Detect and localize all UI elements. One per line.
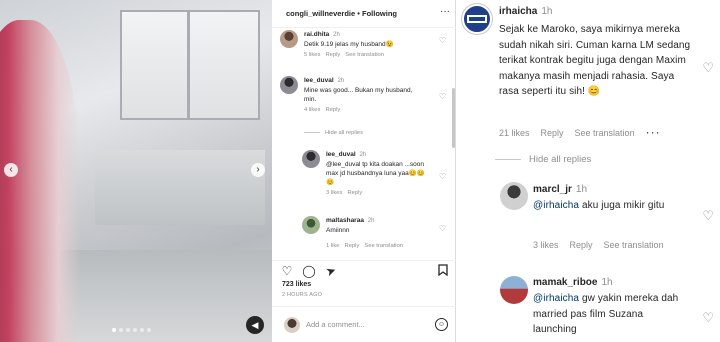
post-author[interactable]: congli_willneverdie • Following	[286, 9, 397, 18]
carousel-dot[interactable]	[119, 328, 123, 332]
comment-list: rai.dhita 2h Detik 9.19 jelas my husband…	[272, 28, 456, 260]
heart-icon[interactable]: ♡	[439, 92, 446, 101]
post-header: congli_willneverdie • Following ···	[272, 0, 456, 28]
comment-text: @irhaicha gw yakin mereka dah married pa…	[533, 291, 689, 338]
reply-button[interactable]: Reply	[345, 243, 360, 249]
comment-time: 2h	[337, 78, 345, 84]
media-background-window	[120, 10, 260, 120]
comment-username[interactable]: mamak_riboe	[533, 277, 597, 288]
follow-status[interactable]: Following	[362, 9, 397, 18]
heart-icon[interactable]: ♡	[702, 60, 714, 76]
comment-username[interactable]: lee_duval	[326, 151, 356, 158]
author-username[interactable]: congli_willneverdie	[286, 9, 355, 18]
comment-username[interactable]: marcl_jr	[533, 184, 572, 195]
mute-icon[interactable]: ◀	[246, 316, 264, 334]
avatar[interactable]	[462, 4, 492, 34]
heart-icon[interactable]: ♡	[439, 224, 446, 233]
add-comment-input[interactable]: Add a comment...	[306, 320, 365, 329]
mention-link[interactable]: @irhaicha	[533, 293, 579, 304]
media-foreground-person	[0, 20, 80, 342]
share-icon[interactable]: ➤	[322, 262, 340, 280]
comment-text: Sejak ke Maroko, saya mikirnya mereka su…	[499, 24, 691, 97]
carousel-dot[interactable]	[140, 328, 144, 332]
comment-likes[interactable]: 5 likes	[304, 52, 320, 58]
comment-text: @irhaicha aku juga mikir gitu	[533, 198, 691, 214]
avatar[interactable]	[500, 182, 528, 210]
heart-icon[interactable]: ♡	[702, 208, 714, 224]
see-translation-button[interactable]: See translation	[364, 243, 403, 249]
avatar	[284, 317, 300, 333]
comment-thread: irhaicha 1h Sejak ke Maroko, saya mikirny…	[457, 0, 720, 342]
comment-body: aku juga mikir gitu	[579, 200, 665, 211]
see-translation-button[interactable]: See translation	[604, 240, 664, 250]
comment-time: 2h	[367, 218, 375, 224]
comment-likes[interactable]: 4 likes	[304, 107, 320, 113]
carousel-dot[interactable]	[147, 328, 151, 332]
reply-button[interactable]: Reply	[541, 128, 564, 138]
see-translation-button[interactable]: See translation	[345, 52, 384, 58]
see-translation-button[interactable]: See translation	[575, 128, 635, 138]
comment-likes[interactable]: 21 likes	[499, 128, 530, 138]
avatar-logo	[467, 15, 487, 23]
comment-username[interactable]: lee_duval	[304, 77, 334, 84]
reply-button[interactable]: Reply	[325, 52, 340, 58]
scrollbar[interactable]	[452, 88, 455, 148]
chevron-left-icon[interactable]: ‹	[4, 163, 18, 177]
media-background-desk	[95, 150, 265, 225]
avatar[interactable]	[280, 30, 298, 48]
add-comment-bar: Add a comment... ☺	[272, 306, 456, 342]
reply-button[interactable]: Reply	[325, 107, 340, 113]
reply-button[interactable]: Reply	[570, 240, 593, 250]
comment-likes[interactable]: 1 like	[326, 243, 340, 249]
more-icon[interactable]: ···	[646, 125, 661, 139]
carousel-dot[interactable]	[126, 328, 130, 332]
carousel-dots	[112, 328, 151, 332]
more-icon[interactable]: ···	[440, 6, 450, 17]
reply-button[interactable]: Reply	[347, 190, 362, 196]
post-media[interactable]: ‹ › ◀	[0, 0, 272, 342]
comment-username[interactable]: irhaicha	[499, 6, 537, 17]
comment-likes[interactable]: 3 likes	[326, 190, 342, 196]
comment-text: Detik 9.19 jelas my husband😉	[304, 41, 394, 48]
comment-time: 2h	[359, 152, 367, 158]
avatar[interactable]	[302, 216, 320, 234]
comment-time: 1h	[601, 277, 613, 288]
comment-text: @lee_duval tp kita doakan ...soon max jd…	[326, 161, 425, 186]
bookmark-icon[interactable]	[436, 264, 450, 278]
heart-icon[interactable]: ♡	[702, 310, 714, 326]
comment-time: 1h	[541, 6, 553, 17]
comment-text: Amiinnn	[326, 227, 350, 234]
heart-icon[interactable]: ♡	[280, 264, 294, 278]
chevron-right-icon[interactable]: ›	[251, 163, 265, 177]
heart-icon[interactable]: ♡	[439, 172, 446, 181]
emoji-icon[interactable]: ☺	[435, 318, 448, 331]
instagram-post: ‹ › ◀ congli_willneverdie • Following ··…	[0, 0, 456, 342]
carousel-dot[interactable]	[133, 328, 137, 332]
carousel-dot[interactable]	[112, 328, 116, 332]
avatar[interactable]	[500, 276, 528, 304]
comment-text: Mine was good... Bukan my husband, min.	[304, 87, 413, 103]
comment-likes[interactable]: 3 likes	[533, 240, 559, 250]
avatar[interactable]	[302, 150, 320, 168]
post-sidebar: congli_willneverdie • Following ··· rai.…	[272, 0, 456, 342]
action-bar: ♡ ◯ ➤	[272, 260, 456, 280]
avatar[interactable]	[280, 76, 298, 94]
post-date: 2 HOURS AGO	[282, 292, 323, 298]
comment-time: 1h	[575, 184, 588, 195]
hide-replies-button[interactable]: Hide all replies	[304, 130, 363, 136]
hide-replies-button[interactable]: Hide all replies	[495, 154, 591, 165]
heart-icon[interactable]: ♡	[439, 36, 446, 45]
likes-count[interactable]: 723 likes	[282, 281, 311, 288]
comment-username[interactable]: rai.dhita	[304, 31, 329, 38]
comment-username[interactable]: maltasharaa	[326, 217, 364, 224]
comment-time: 2h	[333, 32, 340, 38]
mention-link[interactable]: @irhaicha	[533, 200, 579, 211]
comment-icon[interactable]: ◯	[302, 264, 316, 278]
